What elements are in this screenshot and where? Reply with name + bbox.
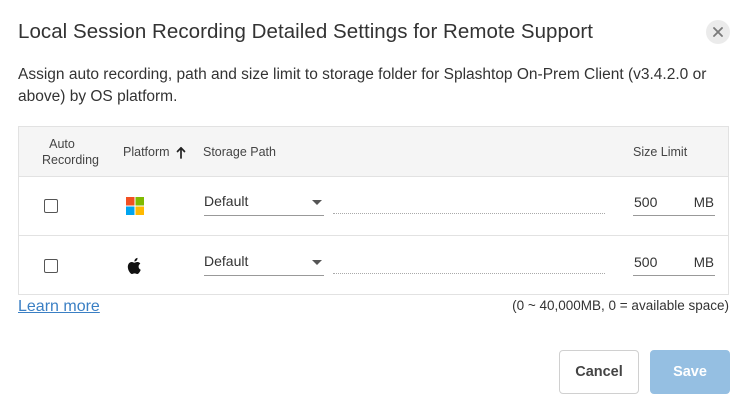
cancel-button[interactable]: Cancel [559,350,639,394]
storage-path-select-value: Default [204,253,249,269]
storage-path-input-mac[interactable] [333,264,605,274]
header-auto-recording: Auto Recording [42,137,99,167]
table-row-mac: Default 500 MB [19,236,728,296]
header-storage-path: Storage Path [203,145,276,159]
learn-more-link[interactable]: Learn more [18,298,100,316]
storage-path-select-mac[interactable]: Default [204,250,324,276]
windows-icon [126,197,144,215]
recording-settings-dialog: Local Session Recording Detailed Setting… [0,0,747,402]
dialog-title: Local Session Recording Detailed Setting… [18,20,594,43]
arrow-up-icon [176,146,185,159]
save-button[interactable]: Save [650,350,730,394]
close-icon [713,27,723,37]
size-limit-unit: MB [693,255,714,270]
size-limit-value: 500 [634,194,658,210]
header-size-limit: Size Limit [633,145,688,159]
dialog-description: Assign auto recording, path and size lim… [18,66,707,105]
apple-icon [127,257,141,274]
table-row-windows: Default 500 MB [19,176,728,236]
header-platform-label: Platform [123,145,170,159]
size-limit-value: 500 [634,254,658,270]
size-limit-unit: MB [693,195,714,210]
storage-path-select-windows[interactable]: Default [204,190,324,216]
storage-path-input-windows[interactable] [333,204,605,214]
close-button[interactable] [706,20,730,44]
size-limit-hint: (0 ~ 40,000MB, 0 = available space) [512,298,729,313]
auto-recording-checkbox-mac[interactable] [44,259,58,273]
size-limit-input-mac[interactable]: 500 MB [633,250,715,276]
header-platform[interactable]: Platform [123,144,186,160]
size-limit-input-windows[interactable]: 500 MB [633,190,715,216]
auto-recording-checkbox-windows[interactable] [44,199,58,213]
table-header: Auto Recording Platform Storage Path Siz… [19,127,728,177]
chevron-down-icon [312,200,322,205]
platform-settings-table: Auto Recording Platform Storage Path Siz… [18,126,729,295]
chevron-down-icon [312,260,322,265]
storage-path-select-value: Default [204,193,249,209]
